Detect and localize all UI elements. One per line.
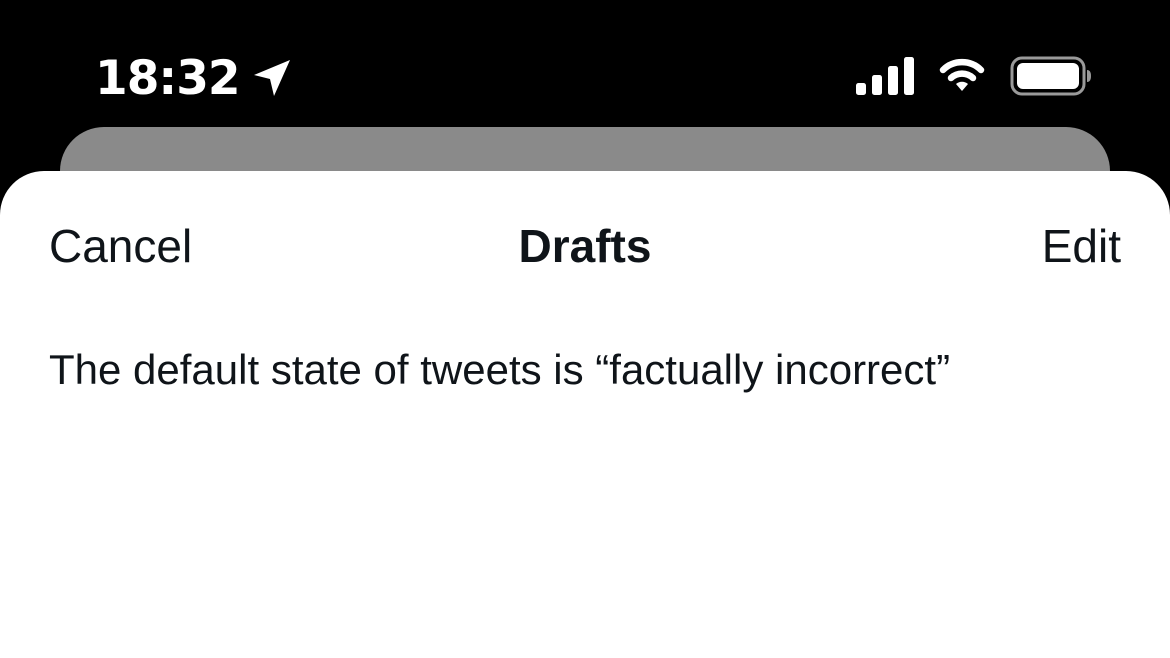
cellular-signal-icon: [856, 56, 914, 100]
draft-text: The default state of tweets is “factuall…: [49, 346, 951, 393]
drafts-sheet: Drafts Cancel Edit The default state of …: [0, 171, 1170, 658]
battery-icon: [1010, 56, 1092, 101]
cancel-button[interactable]: Cancel: [49, 211, 192, 281]
wifi-icon: [936, 57, 988, 100]
draft-list-item[interactable]: The default state of tweets is “factuall…: [0, 331, 1170, 421]
status-time: 18:32: [95, 48, 292, 108]
status-icons: [856, 55, 1092, 101]
status-time-label: 18:32: [95, 50, 241, 106]
edit-button[interactable]: Edit: [1042, 211, 1121, 281]
location-arrow-icon: [252, 58, 292, 98]
nav-bar: Drafts Cancel Edit: [0, 211, 1170, 281]
